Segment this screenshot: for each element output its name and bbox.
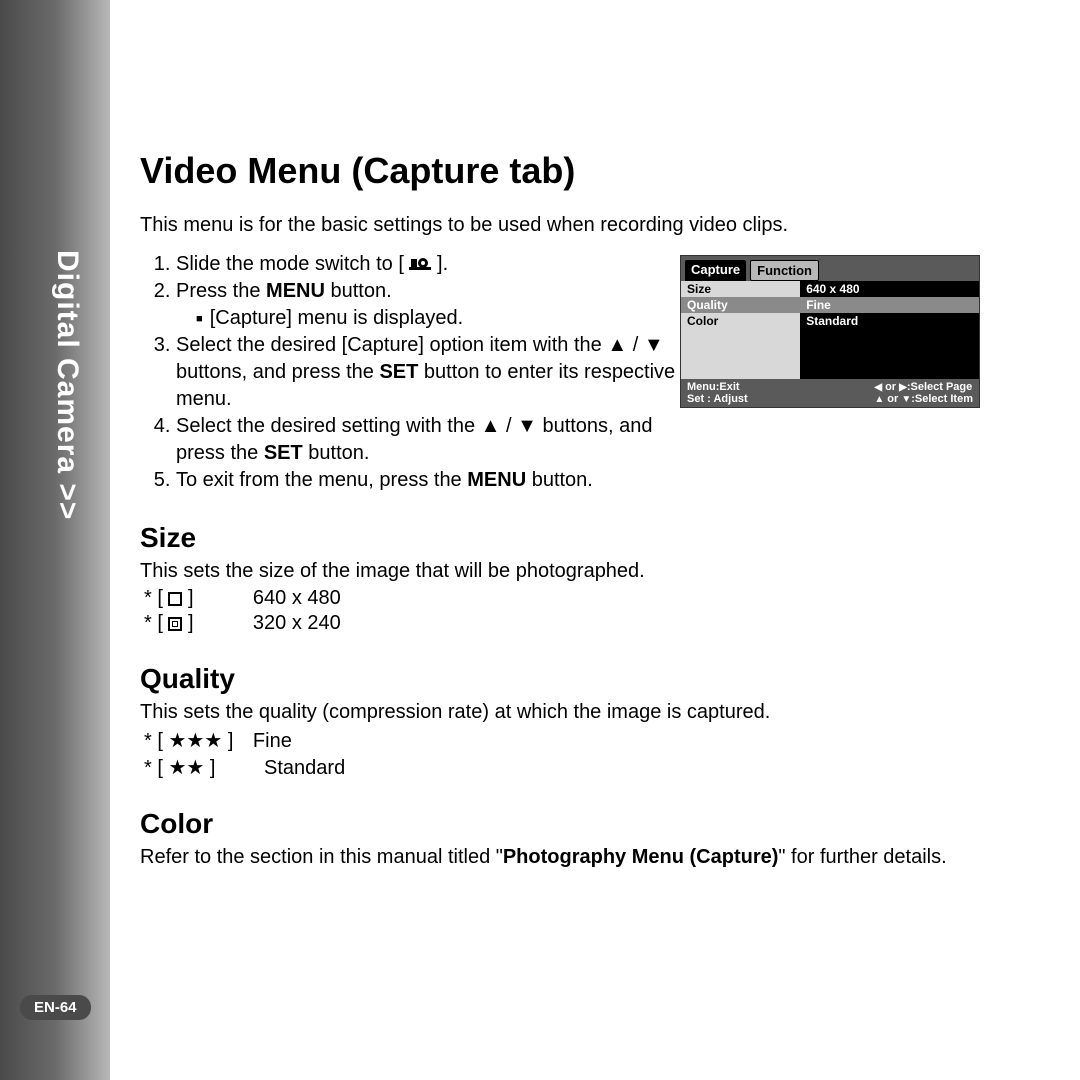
step-2-sub: [Capture] menu is displayed.	[196, 305, 700, 332]
down-triangle-icon: ▼	[901, 394, 911, 405]
video-mode-icon	[409, 251, 431, 278]
step-1: Slide the mode switch to [ ].	[176, 251, 700, 278]
step-3: Select the desired [Capture] option item…	[176, 332, 700, 413]
size-option-1: * [ ] 640 x 480	[144, 587, 980, 610]
menu-tabs: Capture Function	[681, 256, 979, 281]
step-2: Press the MENU button. [Capture] menu is…	[176, 278, 700, 332]
step-4: Select the desired setting with the ▲ / …	[176, 413, 700, 467]
menu-body: Size Quality Color 640 x 480 Fine Standa…	[681, 281, 979, 379]
step-5: To exit from the menu, press the MENU bu…	[176, 467, 700, 494]
color-desc: Refer to the section in this manual titl…	[140, 844, 980, 871]
page-content: Video Menu (Capture tab) This menu is fo…	[140, 150, 980, 871]
page-title: Video Menu (Capture tab)	[140, 150, 980, 192]
menu-value-quality: Fine	[800, 297, 979, 313]
menu-screenshot: Capture Function Size Quality Color 640 …	[680, 255, 980, 408]
down-triangle-icon: ▼	[517, 415, 537, 437]
menu-label-color: Color	[681, 313, 800, 329]
size-heading: Size	[140, 522, 980, 554]
sidebar-spine: Digital Camera >>	[0, 0, 110, 1080]
menu-values-column: 640 x 480 Fine Standard	[800, 281, 979, 379]
size-small-icon	[168, 617, 182, 631]
tab-function: Function	[750, 260, 819, 281]
footer-select-page: ◀ or ▶:Select Page	[874, 381, 973, 393]
footer-menu-exit: Menu:Exit	[687, 381, 748, 393]
size-desc: This sets the size of the image that wil…	[140, 558, 980, 585]
quality-heading: Quality	[140, 663, 980, 695]
color-heading: Color	[140, 808, 980, 840]
tab-capture: Capture	[685, 260, 746, 281]
sidebar-label: Digital Camera >>	[50, 250, 84, 520]
menu-value-size: 640 x 480	[800, 281, 979, 297]
quality-option-1: * [ ★★★ ] Fine	[144, 728, 980, 753]
page-number-badge: EN-64	[20, 995, 91, 1020]
up-triangle-icon: ▲	[481, 415, 501, 437]
two-star-icon: ★★	[168, 757, 204, 779]
down-triangle-icon: ▼	[644, 334, 664, 356]
intro-text: This menu is for the basic settings to b…	[140, 214, 980, 237]
menu-label-size: Size	[681, 281, 800, 297]
menu-value-color: Standard	[800, 313, 979, 329]
steps-list: Slide the mode switch to [ ]. Press the …	[140, 251, 700, 494]
menu-footer: Menu:Exit Set : Adjust ◀ or ▶:Select Pag…	[681, 379, 979, 407]
menu-labels-column: Size Quality Color	[681, 281, 800, 379]
menu-label-quality: Quality	[681, 297, 800, 313]
quality-option-2: * [ ★★ ] Standard	[144, 755, 980, 780]
size-large-icon	[168, 592, 182, 606]
up-triangle-icon: ▲	[607, 334, 627, 356]
footer-set-adjust: Set : Adjust	[687, 393, 748, 405]
left-triangle-icon: ◀	[874, 382, 882, 393]
right-triangle-icon: ▶	[899, 382, 907, 393]
three-star-icon: ★★★	[168, 730, 222, 752]
footer-select-item: ▲ or ▼:Select Item	[874, 393, 973, 405]
up-triangle-icon: ▲	[874, 394, 884, 405]
size-option-2: * [ ] 320 x 240	[144, 612, 980, 635]
quality-desc: This sets the quality (compression rate)…	[140, 699, 980, 726]
